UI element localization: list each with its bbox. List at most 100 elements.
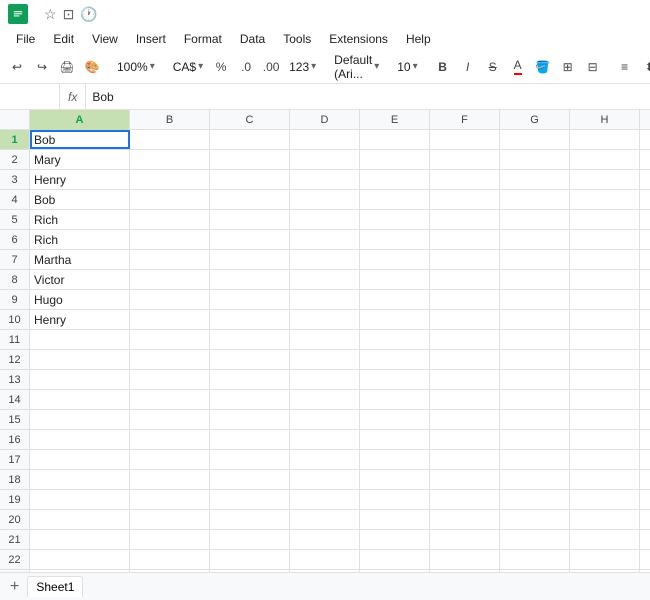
- row-number[interactable]: 12: [0, 350, 30, 369]
- menu-file[interactable]: File: [8, 30, 43, 48]
- row-number[interactable]: 10: [0, 310, 30, 329]
- grid-cell[interactable]: [570, 130, 640, 149]
- grid-cell[interactable]: [430, 450, 500, 469]
- grid-cell[interactable]: [430, 470, 500, 489]
- borders-button[interactable]: ⊞: [557, 54, 579, 80]
- grid-cell[interactable]: [30, 370, 130, 389]
- grid-cell[interactable]: [430, 410, 500, 429]
- grid-cell[interactable]: [30, 530, 130, 549]
- row-number[interactable]: 4: [0, 190, 30, 209]
- grid-cell[interactable]: [290, 490, 360, 509]
- row-number[interactable]: 1: [0, 130, 30, 149]
- grid-cell[interactable]: [640, 230, 650, 249]
- grid-cell[interactable]: [570, 190, 640, 209]
- col-header-f[interactable]: F: [430, 110, 500, 130]
- grid-cell[interactable]: [130, 330, 210, 349]
- grid-cell[interactable]: Henry: [30, 170, 130, 189]
- grid-cell[interactable]: [30, 390, 130, 409]
- grid-cell[interactable]: [430, 270, 500, 289]
- grid-cell[interactable]: [290, 470, 360, 489]
- grid-cell[interactable]: [30, 330, 130, 349]
- menu-data[interactable]: Data: [232, 30, 273, 48]
- row-number[interactable]: 9: [0, 290, 30, 309]
- grid-cell[interactable]: [640, 150, 650, 169]
- grid-cell[interactable]: [360, 490, 430, 509]
- grid-cell[interactable]: [360, 250, 430, 269]
- grid-cell[interactable]: [430, 390, 500, 409]
- grid-cell[interactable]: [430, 330, 500, 349]
- grid-cell[interactable]: [360, 230, 430, 249]
- grid-cell[interactable]: [130, 230, 210, 249]
- menu-view[interactable]: View: [84, 30, 126, 48]
- grid-cell[interactable]: [290, 550, 360, 569]
- menu-tools[interactable]: Tools: [275, 30, 319, 48]
- grid-cell[interactable]: [430, 190, 500, 209]
- row-number[interactable]: 17: [0, 450, 30, 469]
- valign-button[interactable]: ⬍: [639, 54, 650, 80]
- grid-cell[interactable]: [570, 430, 640, 449]
- grid-cell[interactable]: [30, 350, 130, 369]
- grid-cell[interactable]: [130, 470, 210, 489]
- grid-cell[interactable]: [500, 170, 570, 189]
- grid-cell[interactable]: [430, 290, 500, 309]
- grid-cell[interactable]: [30, 410, 130, 429]
- grid-cell[interactable]: [570, 310, 640, 329]
- grid-cell[interactable]: [500, 230, 570, 249]
- grid-cell[interactable]: [570, 170, 640, 189]
- font-select[interactable]: Default (Ari... ▾: [330, 54, 383, 80]
- grid-cell[interactable]: [290, 290, 360, 309]
- print-button[interactable]: 🖨: [56, 54, 78, 80]
- grid-cell[interactable]: [500, 330, 570, 349]
- row-number[interactable]: 20: [0, 510, 30, 529]
- grid-cell[interactable]: Rich: [30, 230, 130, 249]
- grid-cell[interactable]: [290, 170, 360, 189]
- grid-cell[interactable]: [640, 130, 650, 149]
- grid-cell[interactable]: [130, 430, 210, 449]
- grid-cell[interactable]: [430, 370, 500, 389]
- grid-cell[interactable]: [360, 450, 430, 469]
- italic-button[interactable]: I: [457, 54, 479, 80]
- decimal-decrease-button[interactable]: .0: [235, 54, 257, 80]
- zoom-select[interactable]: 100% ▾: [113, 54, 159, 80]
- grid-cell[interactable]: [500, 410, 570, 429]
- grid-cell[interactable]: [570, 470, 640, 489]
- row-number[interactable]: 5: [0, 210, 30, 229]
- row-number[interactable]: 3: [0, 170, 30, 189]
- grid-cell[interactable]: [500, 470, 570, 489]
- grid-cell[interactable]: [30, 450, 130, 469]
- grid-cell[interactable]: [500, 370, 570, 389]
- grid-cell[interactable]: [360, 150, 430, 169]
- grid-cell[interactable]: [500, 190, 570, 209]
- grid-cell[interactable]: [640, 270, 650, 289]
- grid-cell[interactable]: [360, 390, 430, 409]
- grid-cell[interactable]: [640, 510, 650, 529]
- grid-cell[interactable]: [360, 470, 430, 489]
- grid-cell[interactable]: [500, 310, 570, 329]
- grid-cell[interactable]: [640, 450, 650, 469]
- grid-cell[interactable]: [290, 510, 360, 529]
- grid-cell[interactable]: [290, 210, 360, 229]
- row-number[interactable]: 11: [0, 330, 30, 349]
- grid-cell[interactable]: [290, 370, 360, 389]
- grid-cell[interactable]: [570, 250, 640, 269]
- grid-cell[interactable]: [210, 190, 290, 209]
- grid-cell[interactable]: [500, 450, 570, 469]
- grid-cell[interactable]: [570, 450, 640, 469]
- col-header-d[interactable]: D: [290, 110, 360, 130]
- grid-cell[interactable]: [640, 330, 650, 349]
- grid-cell[interactable]: Rich: [30, 210, 130, 229]
- grid-cell[interactable]: [210, 270, 290, 289]
- grid-cell[interactable]: [640, 410, 650, 429]
- grid-cell[interactable]: [290, 250, 360, 269]
- grid-cell[interactable]: [130, 370, 210, 389]
- grid-cell[interactable]: [130, 270, 210, 289]
- formula-input[interactable]: [86, 90, 650, 104]
- grid-cell[interactable]: [30, 510, 130, 529]
- menu-format[interactable]: Format: [176, 30, 230, 48]
- row-number[interactable]: 21: [0, 530, 30, 549]
- grid-cell[interactable]: [500, 490, 570, 509]
- grid-cell[interactable]: [210, 170, 290, 189]
- grid-cell[interactable]: [130, 210, 210, 229]
- grid-cell[interactable]: [640, 170, 650, 189]
- grid-cell[interactable]: [500, 130, 570, 149]
